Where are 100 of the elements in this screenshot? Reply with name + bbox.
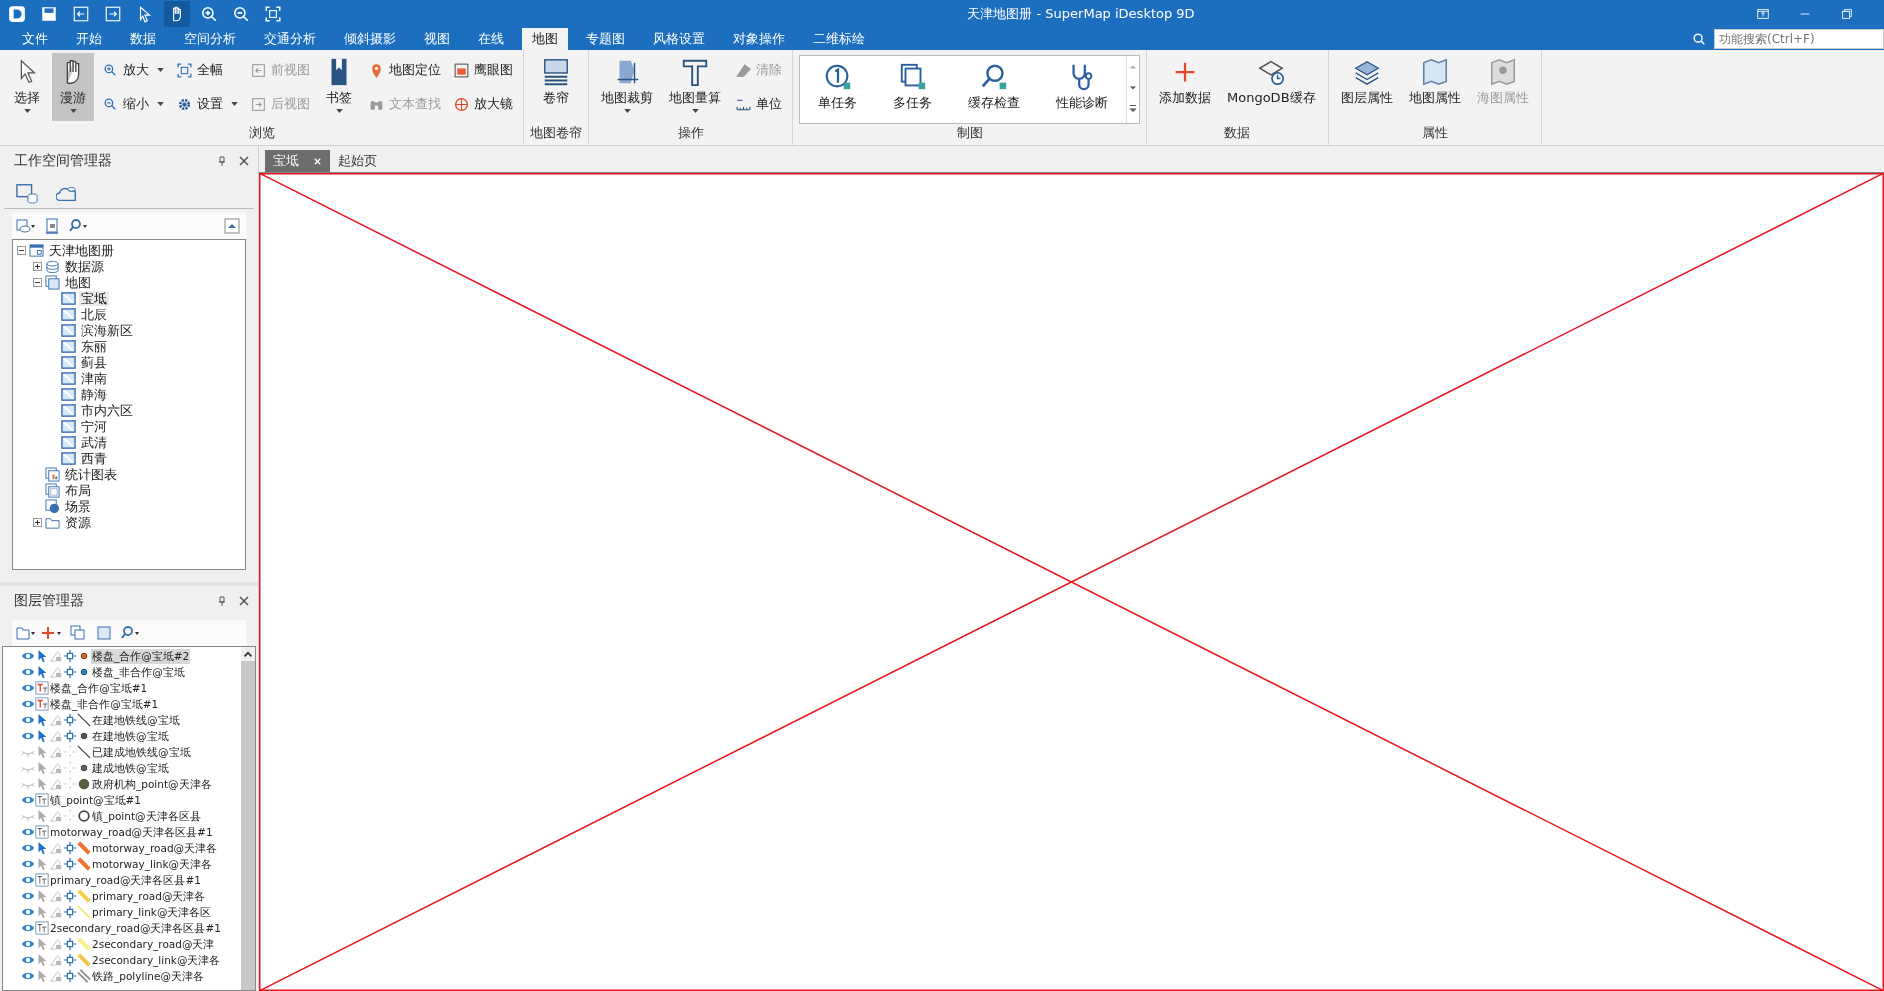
layer-name[interactable]: motorway_road@天津各区县#1 (49, 824, 214, 840)
tree-item[interactable]: 宁河 (79, 418, 109, 434)
restore-icon[interactable] (1840, 7, 1854, 21)
tree-item[interactable]: 宝坻 (79, 290, 109, 306)
layer-name[interactable]: primary_road@天津各 (91, 888, 207, 904)
layer-name[interactable]: 2secondary_road@天津 (91, 936, 216, 952)
menu-tab[interactable]: 对象操作 (723, 28, 795, 50)
menu-tab[interactable]: 专题图 (576, 28, 635, 50)
pin-icon[interactable] (216, 155, 228, 167)
layer-name[interactable]: 楼盘_非合作@宝坻 (91, 664, 186, 680)
workspace-tab-icon[interactable] (16, 182, 38, 204)
tree-item[interactable]: 武清 (79, 434, 109, 450)
map-extent-icon[interactable] (94, 625, 114, 641)
pin-icon[interactable] (216, 595, 228, 607)
ribbon-button[interactable]: 书签 (318, 53, 360, 121)
ribbon-button[interactable]: 添加数据 (1153, 53, 1217, 121)
layer-name[interactable]: 2secondary_link@天津各 (91, 952, 222, 968)
search-icon[interactable] (120, 625, 140, 641)
tree-item[interactable]: 数据源 (63, 258, 106, 274)
snap-icon[interactable] (63, 953, 77, 967)
menu-tab[interactable]: 风格设置 (643, 28, 715, 50)
view-options-icon[interactable] (16, 218, 36, 234)
menu-tab[interactable]: 空间分析 (174, 28, 246, 50)
scrollbar[interactable] (241, 647, 255, 990)
tree-item[interactable]: 统计图表 (63, 466, 119, 482)
layer-name[interactable]: 已建成地铁线@宝坻 (91, 744, 192, 760)
ribbon-button[interactable]: 地图属性 (1402, 53, 1467, 121)
ribbon-button[interactable]: 缩小 (98, 87, 168, 121)
collapse-up-icon[interactable] (222, 218, 242, 234)
ribbon-button[interactable]: 地图裁剪 (595, 53, 659, 121)
layer-name[interactable]: primary_road@天津各区县#1 (49, 872, 202, 888)
menu-tab[interactable]: 地图 (522, 28, 568, 50)
tree-item[interactable]: 市内六区 (79, 402, 135, 418)
tree-item[interactable]: 滨海新区 (79, 322, 135, 338)
tree-item[interactable]: 西青 (79, 450, 109, 466)
snap-icon[interactable] (63, 857, 77, 871)
layer-name[interactable]: 建成地铁@宝坻 (91, 760, 170, 776)
tree-item[interactable]: 东丽 (79, 338, 109, 354)
snap-icon[interactable] (63, 905, 77, 919)
layer-name[interactable]: 2secondary_road@天津各区县#1 (49, 920, 222, 936)
layer-name[interactable]: 镇_point@天津各区县 (91, 808, 202, 824)
plus-icon[interactable] (42, 625, 62, 641)
layer-name[interactable]: 楼盘_合作@宝坻#2 (91, 648, 191, 664)
tree-item[interactable]: 蓟县 (79, 354, 109, 370)
pan-hand-icon[interactable] (164, 1, 190, 27)
menu-tab[interactable]: 倾斜摄影 (334, 28, 406, 50)
layer-name[interactable]: motorway_link@天津各 (91, 856, 214, 872)
ribbon-button[interactable]: 漫游 (52, 53, 94, 121)
snap-icon[interactable] (63, 889, 77, 903)
layer-name[interactable]: primary_link@天津各区 (91, 904, 213, 920)
menu-tab[interactable]: 视图 (414, 28, 460, 50)
menu-tab[interactable]: 开始 (66, 28, 112, 50)
snap-icon[interactable] (63, 729, 77, 743)
scroll-up-icon[interactable] (241, 647, 255, 661)
snap-icon[interactable] (63, 665, 77, 679)
snap-icon[interactable] (63, 937, 77, 951)
ribbon-button[interactable]: 放大镜 (449, 87, 517, 121)
layer-name[interactable]: 政府机构_point@天津各 (91, 776, 213, 792)
gallery-button[interactable]: 缓存检查 (950, 56, 1038, 123)
gallery-button[interactable]: 性能诊断 (1038, 56, 1126, 123)
layer-name[interactable]: motorway_road@天津各 (91, 840, 219, 856)
layer-name[interactable]: 铁路_polyline@天津各 (91, 968, 205, 984)
ribbon-button[interactable]: 鹰眼图 (449, 53, 517, 87)
document-tab[interactable]: 宝坻 (265, 150, 330, 172)
copy-icon[interactable] (68, 625, 88, 641)
menu-tab[interactable]: 二维标绘 (803, 28, 875, 50)
gallery-button[interactable]: 单任务 (800, 56, 875, 123)
close-icon[interactable] (238, 595, 250, 607)
layer-name[interactable]: 在建地铁线@宝坻 (91, 712, 181, 728)
tree-item[interactable]: 天津地图册 (47, 242, 116, 258)
tree-item[interactable]: 地图 (63, 274, 93, 290)
snap-icon[interactable] (63, 969, 77, 983)
gallery-button[interactable]: 多任务 (875, 56, 950, 123)
ribbon-button[interactable]: 地图定位 (364, 53, 445, 87)
search-field[interactable]: 功能搜索(Ctrl+F) (1714, 29, 1884, 49)
new-layer-group-icon[interactable] (16, 625, 36, 641)
ribbon-button[interactable]: 卷帘 (535, 53, 577, 121)
minus-box-icon[interactable] (17, 245, 26, 255)
ribbon-button[interactable]: 选择 (6, 53, 48, 121)
snap-icon[interactable] (63, 841, 77, 855)
plus-box-icon[interactable] (33, 261, 42, 271)
menu-tab[interactable]: 交通分析 (254, 28, 326, 50)
ribbon-button[interactable]: 单位 (731, 87, 786, 121)
ribbon-button[interactable]: 设置 (172, 87, 242, 121)
snap-icon[interactable] (63, 713, 77, 727)
menu-tab[interactable]: 在线 (468, 28, 514, 50)
ribbon-button[interactable]: 全幅 (172, 53, 242, 87)
search-icon[interactable] (68, 218, 88, 234)
ribbon-button[interactable]: 地图量算 (663, 53, 727, 121)
tree-item[interactable]: 北辰 (79, 306, 109, 322)
ribbon-button[interactable]: MongoDB缓存 (1221, 53, 1322, 121)
ribbon-button[interactable]: 图层属性 (1334, 53, 1399, 121)
minus-box-icon[interactable] (33, 277, 42, 287)
menu-tab[interactable]: 数据 (120, 28, 166, 50)
layer-name[interactable]: 楼盘_合作@宝坻#1 (49, 680, 149, 696)
layer-name[interactable]: 镇_point@宝坻#1 (49, 792, 142, 808)
ribbon-display-icon[interactable] (1756, 7, 1770, 21)
menu-tab[interactable]: 文件 (12, 28, 58, 50)
ribbon-button[interactable]: 放大 (98, 53, 168, 87)
document-tab[interactable]: 起始页 (330, 150, 385, 172)
